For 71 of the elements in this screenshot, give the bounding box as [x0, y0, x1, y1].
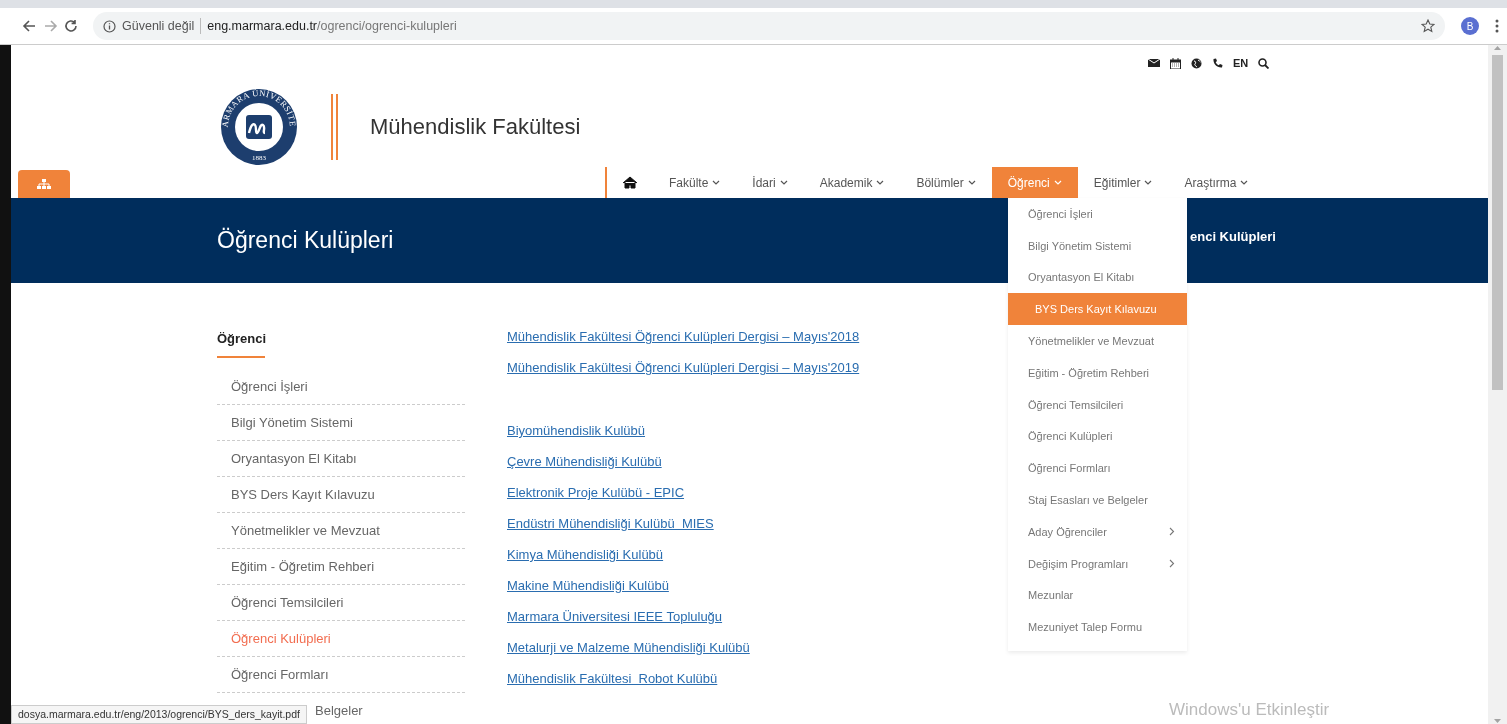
club-link[interactable]: Mühendislik Fakültesi Robot Kulübü — [507, 671, 718, 686]
more-icon[interactable] — [1495, 19, 1499, 33]
chevron-down-icon — [712, 180, 721, 185]
nav-menu-item[interactable]: Fakülte — [653, 167, 737, 198]
dropdown-item[interactable]: Öğrenci Temsilcileri — [1008, 388, 1187, 421]
chevron-down-icon — [1144, 180, 1153, 185]
dropdown-item[interactable]: Aday Öğrenciler — [1008, 515, 1187, 548]
sitemap-button[interactable] — [18, 170, 70, 198]
back-icon[interactable] — [22, 19, 37, 33]
page-title: Öğrenci Kulüpleri — [217, 227, 394, 254]
sidebar-link[interactable]: Öğrenci Temsilcileri — [217, 585, 465, 621]
breadcrumb-text: enci Kulüpleri — [1190, 229, 1276, 244]
club-link[interactable]: Çevre Mühendisliği Kulübü — [507, 454, 662, 469]
sidebar-link[interactable]: Oryantasyon El Kitabı — [217, 441, 465, 477]
phone-icon[interactable] — [1212, 57, 1223, 69]
sidebar-heading: Öğrenci — [217, 331, 265, 358]
nav-menu-item[interactable]: Araştırma — [1168, 167, 1265, 198]
nav-menu-item[interactable]: Bölümler — [900, 167, 992, 198]
search-icon[interactable] — [1258, 57, 1270, 69]
dropdown-item[interactable]: Yönetmelikler ve Mevzuat — [1008, 325, 1187, 357]
dropdown-item[interactable]: Oryantasyon El Kitabı — [1008, 261, 1187, 294]
dropdown-item[interactable]: Mezunlar — [1008, 579, 1187, 612]
club-link[interactable]: Elektronik Proje Kulübü - EPIC — [507, 485, 685, 500]
star-icon[interactable] — [1421, 19, 1435, 33]
dropdown-item[interactable]: Eğitim - Öğretim Rehberi — [1008, 357, 1187, 389]
security-label: Güvenli değil — [122, 19, 195, 33]
info-icon — [103, 19, 116, 33]
dropdown-item[interactable]: Öğrenci Kulüpleri — [1008, 420, 1187, 453]
dropdown-item[interactable]: Mezuniyet Talep Formu — [1008, 611, 1187, 644]
club-link[interactable]: Endüstri Mühendisliği Kulübü MIES — [507, 516, 714, 531]
dropdown-item[interactable]: Bilgi Yönetim Sistemi — [1008, 229, 1187, 262]
language-link[interactable]: EN — [1233, 57, 1249, 69]
sidebar-link[interactable]: Yönetmelikler ve Mevzuat — [217, 513, 465, 549]
chevron-down-icon — [967, 180, 976, 185]
dropdown-item[interactable]: Staj Esasları ve Belgeler — [1008, 484, 1187, 516]
url-text: eng.marmara.edu.tr/ogrenci/ogrenci-kulupleri — [207, 19, 457, 33]
sitemap-icon — [37, 179, 51, 189]
nav-menu-item[interactable]: İdari — [736, 167, 804, 198]
sidebar-link[interactable]: Bilgi Yönetim Sistemi — [217, 405, 465, 441]
sidebar-link[interactable]: Öğrenci İşleri — [217, 369, 465, 405]
status-url-tooltip: dosya.marmara.edu.tr/eng/2013/ogrenci/BYS_ders_kayit.pdf — [11, 705, 307, 724]
dropdown-item[interactable]: Değişim Programları — [1008, 547, 1187, 580]
faculty-title: Mühendislik Fakültesi — [370, 114, 581, 140]
profile-avatar[interactable]: B — [1461, 17, 1479, 35]
sidebar-link[interactable]: Öğrenci Formları — [217, 657, 465, 693]
calendar-icon[interactable] — [1170, 57, 1181, 69]
scrollbar-thumb[interactable] — [1492, 55, 1503, 390]
club-link[interactable]: Metalurji ve Malzeme Mühendisliği Kulübü — [507, 640, 750, 655]
sidebar-link[interactable]: Eğitim - Öğretim Rehberi — [217, 549, 465, 585]
sidebar-link[interactable]: Öğrenci Kulüpleri — [217, 621, 465, 657]
activation-notice: Windows'u Etkinleştir — [1169, 700, 1330, 720]
nav-menu-item[interactable]: Akademik — [803, 167, 901, 198]
magazine-link[interactable]: Mühendislik Fakültesi Öğrenci Kulüpleri Dergisi – Mayıs'2019 — [507, 360, 860, 375]
chevron-down-icon — [1053, 180, 1062, 185]
address-bar[interactable]: Güvenli değil eng.marmara.edu.tr/ogrenci/ogrenci-kulupleri — [93, 12, 1445, 40]
club-link[interactable]: Makine Mühendisliği Kulübü — [507, 578, 669, 593]
club-link[interactable]: Kimya Mühendisliği Kulübü — [507, 547, 664, 562]
dropdown-item[interactable]: Öğrenci Formları — [1008, 452, 1187, 485]
chevron-down-icon — [876, 180, 885, 185]
globe-icon[interactable] — [1191, 57, 1202, 69]
reload-icon[interactable] — [64, 19, 79, 33]
dropdown-item[interactable]: Öğrenci İşleri — [1008, 198, 1187, 230]
chevron-down-icon — [779, 180, 788, 185]
sidebar-link[interactable]: BYS Ders Kayıt Kılavuzu — [217, 477, 465, 513]
home-icon[interactable] — [623, 176, 637, 189]
magazine-link[interactable]: Mühendislik Fakültesi Öğrenci Kulüpleri Dergisi – Mayıs'2018 — [507, 329, 860, 344]
chevron-down-icon — [1240, 180, 1249, 185]
club-link[interactable]: Biyomühendislik Kulübü — [507, 423, 646, 438]
nav-menu-item[interactable]: Eğitimler — [1077, 167, 1169, 198]
mail-icon[interactable] — [1148, 58, 1160, 68]
club-link[interactable]: Marmara Üniversitesi IEEE Topluluğu — [507, 609, 723, 624]
